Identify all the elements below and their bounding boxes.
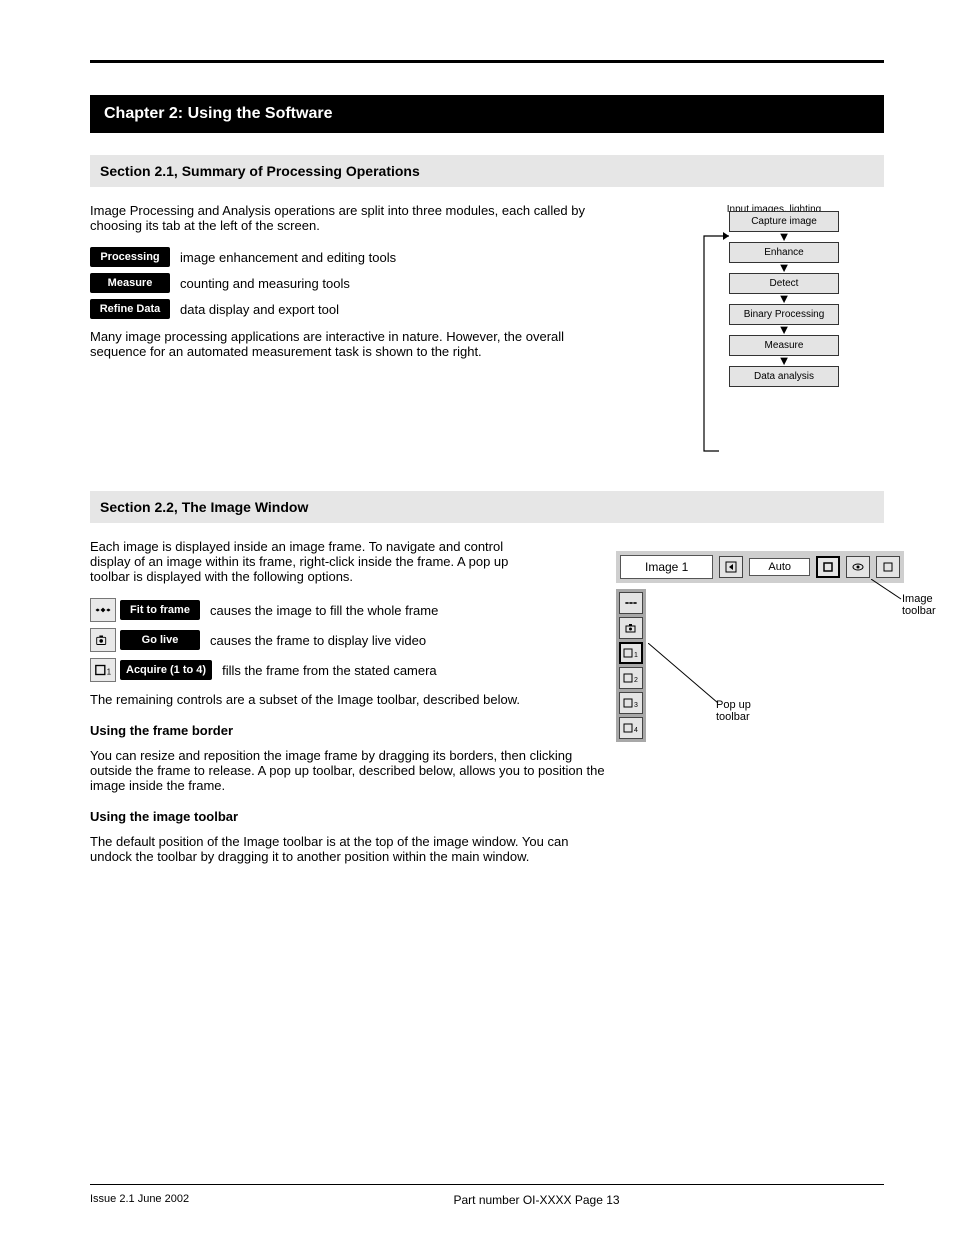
processing-tab-button[interactable]: Processing: [90, 247, 170, 267]
toolbar-btn-square-icon[interactable]: [876, 556, 900, 578]
page-footer: Issue 2.1 June 2002 Part number OI-XXXX …: [90, 1184, 884, 1207]
svg-text:1: 1: [107, 668, 112, 677]
arrow-down-icon: ▼: [729, 294, 839, 304]
svg-text:3: 3: [634, 702, 638, 709]
arrow-down-icon: ▼: [729, 356, 839, 366]
toolbar-btn-back-icon[interactable]: [719, 556, 743, 578]
fit-to-frame-label: Fit to frame: [120, 600, 200, 620]
section-ops-note: Many image processing applications are i…: [90, 329, 610, 359]
measure-tab-button[interactable]: Measure: [90, 273, 170, 293]
toolbar-btn-fit-icon[interactable]: [816, 556, 840, 578]
arrow-down-icon: ▼: [729, 263, 839, 273]
refine-data-tab-button[interactable]: Refine Data: [90, 299, 170, 319]
section-window-heading: Section 2.2, The Image Window: [90, 491, 884, 523]
svg-text:1: 1: [634, 652, 638, 659]
acquire-icon[interactable]: 1: [90, 658, 116, 682]
arrow-down-icon: ▼: [729, 325, 839, 335]
flowchart: Input images, lighting Capture image ▼ E…: [704, 203, 844, 469]
acquire-label: Acquire (1 to 4): [120, 660, 212, 680]
popup-acquire-3-icon[interactable]: 3: [619, 692, 643, 714]
auto-button[interactable]: Auto: [749, 558, 810, 576]
popup-toolbar: 1 2 3 4: [616, 589, 646, 742]
popup-acquire-1-icon[interactable]: 1: [619, 642, 643, 664]
section-window-intro: Each image is displayed inside an image …: [90, 539, 520, 584]
image-toolbar: Image 1 Auto: [616, 551, 904, 583]
svg-text:2: 2: [634, 677, 638, 684]
section-ops-intro: Image Processing and Analysis operations…: [90, 203, 600, 233]
flow-box-data-analysis: Data analysis: [729, 366, 839, 387]
image-selector-dropdown[interactable]: Image 1: [620, 555, 713, 579]
popup-fit-icon[interactable]: [619, 592, 643, 614]
svg-text:4: 4: [634, 727, 638, 734]
callout-popup-toolbar: Pop up toolbar: [716, 699, 816, 723]
frame-border-text: You can resize and reposition the image …: [90, 748, 610, 793]
footer-issue: Issue 2.1 June 2002: [90, 1193, 189, 1205]
go-live-label: Go live: [120, 630, 200, 650]
chapter-title: Chapter 2: Using the Software: [90, 95, 884, 133]
popup-camera-icon[interactable]: [619, 617, 643, 639]
fit-to-frame-icon[interactable]: [90, 598, 116, 622]
popup-acquire-4-icon[interactable]: 4: [619, 717, 643, 739]
toolbar-screenshot: Image 1 Auto Image toolbar: [616, 551, 904, 742]
section-ops-heading: Section 2.1, Summary of Processing Opera…: [90, 155, 884, 187]
arrow-down-icon: ▼: [729, 232, 839, 242]
page-top-rule: [90, 60, 884, 63]
section-window-outro: The remaining controls are a subset of t…: [90, 692, 610, 707]
toolbar-btn-eye-icon[interactable]: [846, 556, 870, 578]
popup-acquire-2-icon[interactable]: 2: [619, 667, 643, 689]
footer-page-number: Part number OI-XXXX Page 13: [453, 1193, 619, 1207]
go-live-icon[interactable]: [90, 628, 116, 652]
image-toolbar-heading: Using the image toolbar: [90, 809, 884, 824]
callout-image-toolbar: Image toolbar: [902, 593, 936, 617]
image-toolbar-text: The default position of the Image toolba…: [90, 834, 610, 864]
